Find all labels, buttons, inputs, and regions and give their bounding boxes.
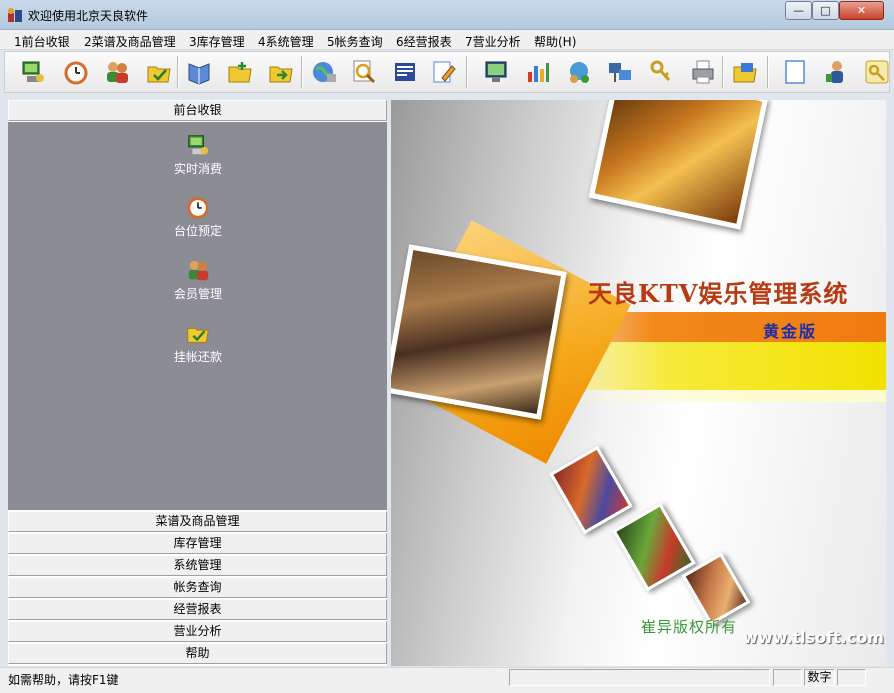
magnifier-icon[interactable]	[350, 58, 378, 86]
folder-add-icon[interactable]	[226, 58, 254, 86]
numlock-indicator: 数字	[804, 669, 835, 686]
menu-analysis[interactable]: 7营业分析	[465, 33, 521, 50]
menu-reports[interactable]: 6经营报表	[396, 33, 452, 50]
nav-item-label: 台位预定	[173, 224, 222, 238]
toolbar	[4, 51, 890, 93]
navigation-panel: 前台收银 实时消费 台位预定 会员管理 挂帐还款 菜谱及商品管理 库存管理 系统…	[8, 100, 387, 666]
nav-item-label: 挂帐还款	[173, 350, 222, 364]
menu-bar: 1前台收银 2菜谱及商品管理 3库存管理 4系统管理 5帐务查询 6经营报表 7…	[0, 30, 894, 50]
nav-item-table-reservation[interactable]: 台位预定	[148, 194, 248, 239]
minimize-button[interactable]: —	[785, 1, 812, 20]
folder-settings-icon[interactable]	[731, 58, 759, 86]
nav-item-credit-repayment[interactable]: 挂帐还款	[148, 320, 248, 365]
blank-page-icon[interactable]	[781, 58, 809, 86]
folder-check-icon	[187, 327, 209, 343]
status-pane	[837, 669, 866, 686]
user-help-icon[interactable]	[822, 58, 850, 86]
menu-help[interactable]: 帮助(H)	[534, 33, 576, 50]
website-url: www.tlsoft.com.cn	[743, 628, 886, 647]
status-pane	[509, 669, 770, 686]
nav-item-realtime-consumption[interactable]: 实时消费	[148, 132, 248, 177]
section-menu-goods[interactable]: 菜谱及商品管理	[8, 511, 387, 532]
menu-inventory[interactable]: 3库存管理	[189, 33, 245, 50]
toolbar-separator	[177, 56, 179, 88]
clock-icon[interactable]	[62, 58, 90, 86]
app-icon	[8, 8, 22, 22]
monitor-icon[interactable]	[482, 58, 510, 86]
system-title: 天良KTV娱乐管理系统	[588, 279, 849, 308]
folder-arrow-icon[interactable]	[267, 58, 295, 86]
printer-icon[interactable]	[689, 58, 717, 86]
nav-item-member-management[interactable]: 会员管理	[148, 257, 248, 302]
nav-item-label: 实时消费	[173, 162, 222, 176]
keys-icon[interactable]	[647, 58, 675, 86]
network-icon[interactable]	[565, 58, 593, 86]
status-bar: 如需帮助，请按F1键 数字	[0, 667, 894, 693]
edition-label: 黄金版	[763, 322, 818, 341]
section-help[interactable]: 帮助	[8, 643, 387, 664]
splash-banner: 天良KTV娱乐管理系统 黄金版 崔异版权所有 www.tlsoft.com.cn	[391, 100, 886, 666]
menu-accounts[interactable]: 5帐务查询	[327, 33, 383, 50]
section-accounts[interactable]: 帐务查询	[8, 577, 387, 598]
thumbnail-photo	[549, 445, 633, 535]
toolbar-separator	[466, 56, 468, 88]
members-icon	[188, 260, 209, 281]
members-icon[interactable]	[103, 58, 131, 86]
clock-icon	[187, 197, 209, 219]
notepad-edit-icon[interactable]	[430, 58, 458, 86]
pos-computer-icon	[188, 135, 209, 155]
section-system[interactable]: 系统管理	[8, 555, 387, 576]
toolbar-separator	[767, 56, 769, 88]
menu-system[interactable]: 4系统管理	[258, 33, 314, 50]
chart-icon[interactable]	[524, 58, 552, 86]
section-analysis[interactable]: 营业分析	[8, 621, 387, 642]
ktv-hall-photo	[391, 244, 567, 420]
folder-check-icon[interactable]	[145, 58, 173, 86]
section-inventory[interactable]: 库存管理	[8, 533, 387, 554]
toolbar-separator	[722, 56, 724, 88]
globe-icon[interactable]	[310, 58, 338, 86]
banner-stripe	[551, 390, 886, 402]
toolbar-separator	[301, 56, 303, 88]
book-icon[interactable]	[185, 58, 213, 86]
title-bar: 欢迎使用北京天良软件 — □ ✕	[0, 0, 894, 30]
close-button[interactable]: ✕	[839, 1, 884, 20]
window-title: 欢迎使用北京天良软件	[28, 9, 149, 23]
pos-computer-icon[interactable]	[19, 58, 47, 86]
nav-item-label: 会员管理	[173, 287, 222, 301]
help-hint: 如需帮助，请按F1键	[8, 673, 119, 687]
key-icon[interactable]	[863, 58, 891, 86]
front-cashier-items-area: 实时消费 台位预定 会员管理 挂帐还款	[8, 122, 387, 510]
document-icon[interactable]	[391, 58, 419, 86]
copyright-text: 崔异版权所有	[641, 618, 738, 636]
menu-menu-goods[interactable]: 2菜谱及商品管理	[84, 33, 176, 50]
section-reports[interactable]: 经营报表	[8, 599, 387, 620]
status-pane	[773, 669, 802, 686]
menu-front-cashier[interactable]: 1前台收银	[14, 33, 70, 50]
computer-network-icon[interactable]	[606, 58, 634, 86]
section-front-cashier[interactable]: 前台收银	[8, 100, 387, 121]
ktv-room-photo	[588, 100, 769, 230]
maximize-button[interactable]: □	[812, 1, 839, 20]
